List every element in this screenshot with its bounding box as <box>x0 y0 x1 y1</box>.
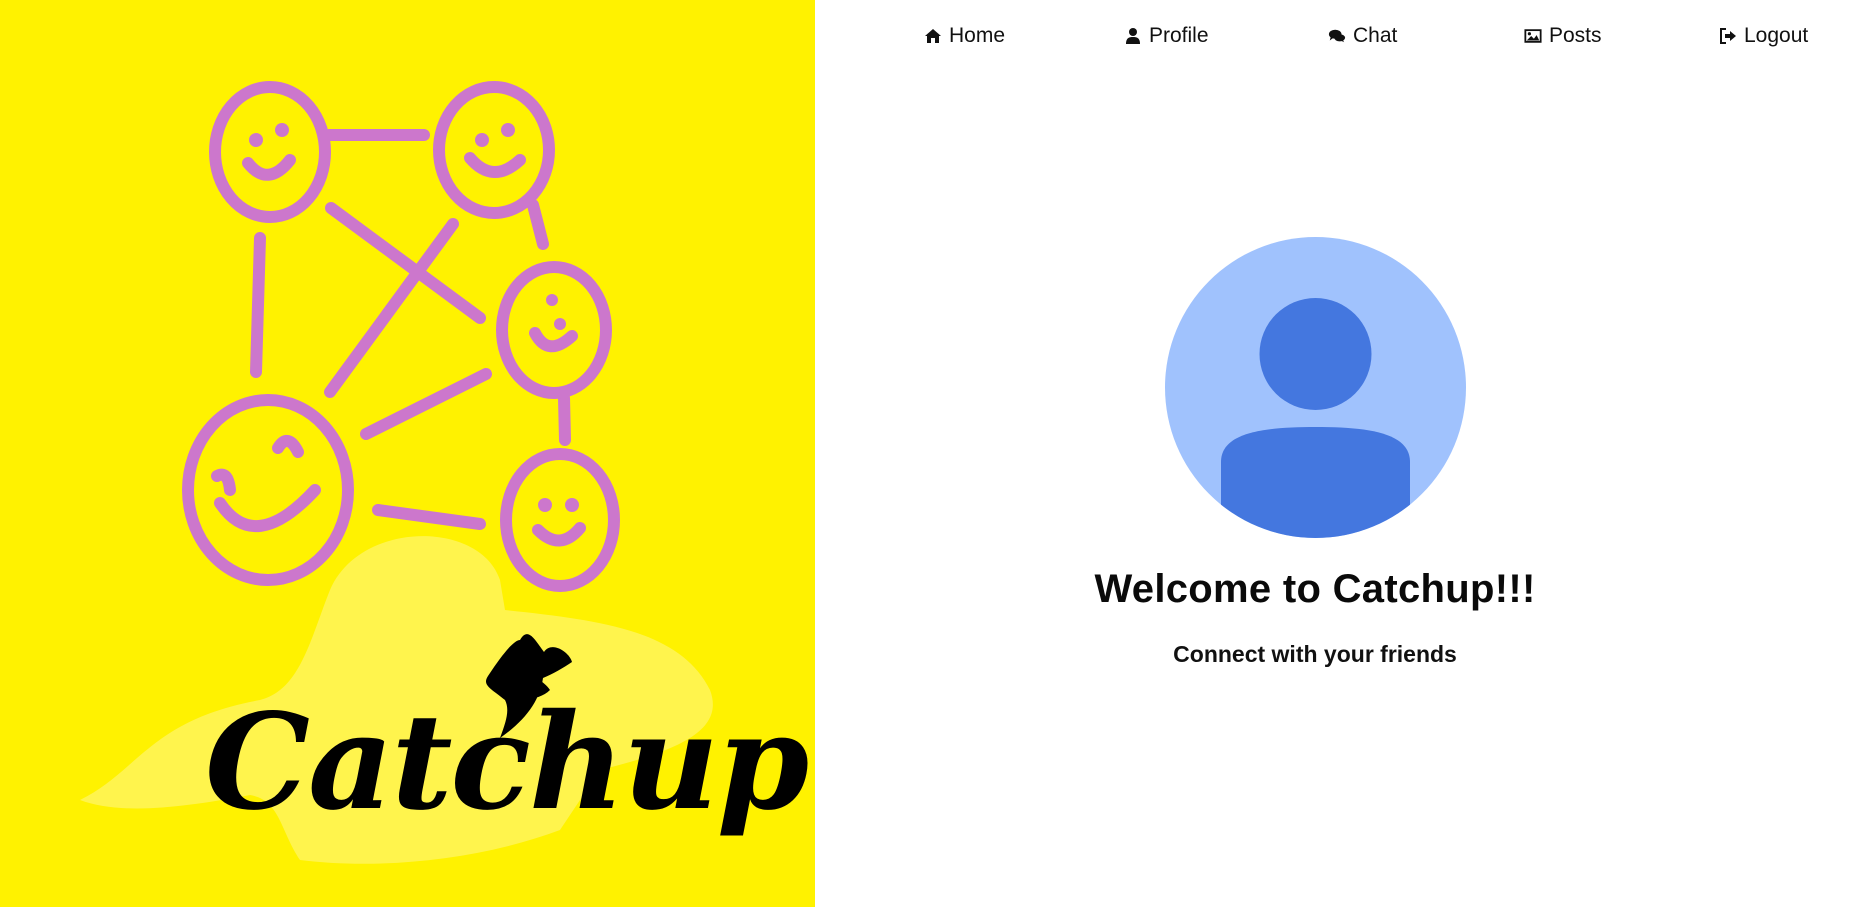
top-navigation: Home Profile Chat Posts Logout <box>815 24 1876 54</box>
page: Catchup Home Profile Chat Posts Logout W… <box>0 0 1876 907</box>
nav-home[interactable]: Home <box>924 24 1005 48</box>
main-panel: Home Profile Chat Posts Logout Welcome t… <box>815 0 1876 907</box>
user-icon <box>1124 27 1142 45</box>
welcome-title: Welcome to Catchup!!! <box>1094 567 1536 611</box>
nav-home-label: Home <box>949 24 1006 47</box>
nav-logout[interactable]: Logout <box>1719 24 1808 48</box>
catchup-logo-text: Catchup <box>205 685 808 840</box>
default-avatar-icon <box>1165 237 1466 538</box>
welcome-subtitle: Connect with your friends <box>1173 641 1457 667</box>
logout-icon <box>1719 27 1737 45</box>
nav-chat-label: Chat <box>1353 24 1398 47</box>
brand-panel: Catchup <box>0 0 815 907</box>
smiley-face-icon <box>500 448 620 592</box>
smiley-face-icon <box>433 81 555 219</box>
smiley-face-icon <box>496 261 612 399</box>
home-icon <box>924 27 942 45</box>
chat-icon <box>1328 27 1346 45</box>
nav-posts[interactable]: Posts <box>1524 24 1602 48</box>
nav-posts-label: Posts <box>1549 24 1602 47</box>
nav-chat[interactable]: Chat <box>1328 24 1397 48</box>
nav-profile[interactable]: Profile <box>1124 24 1209 48</box>
image-icon <box>1524 27 1542 45</box>
smiley-face-icon <box>209 81 331 223</box>
nav-logout-label: Logout <box>1744 24 1809 47</box>
catchup-logo-illustration: Catchup <box>80 81 810 864</box>
nav-profile-label: Profile <box>1149 24 1209 47</box>
